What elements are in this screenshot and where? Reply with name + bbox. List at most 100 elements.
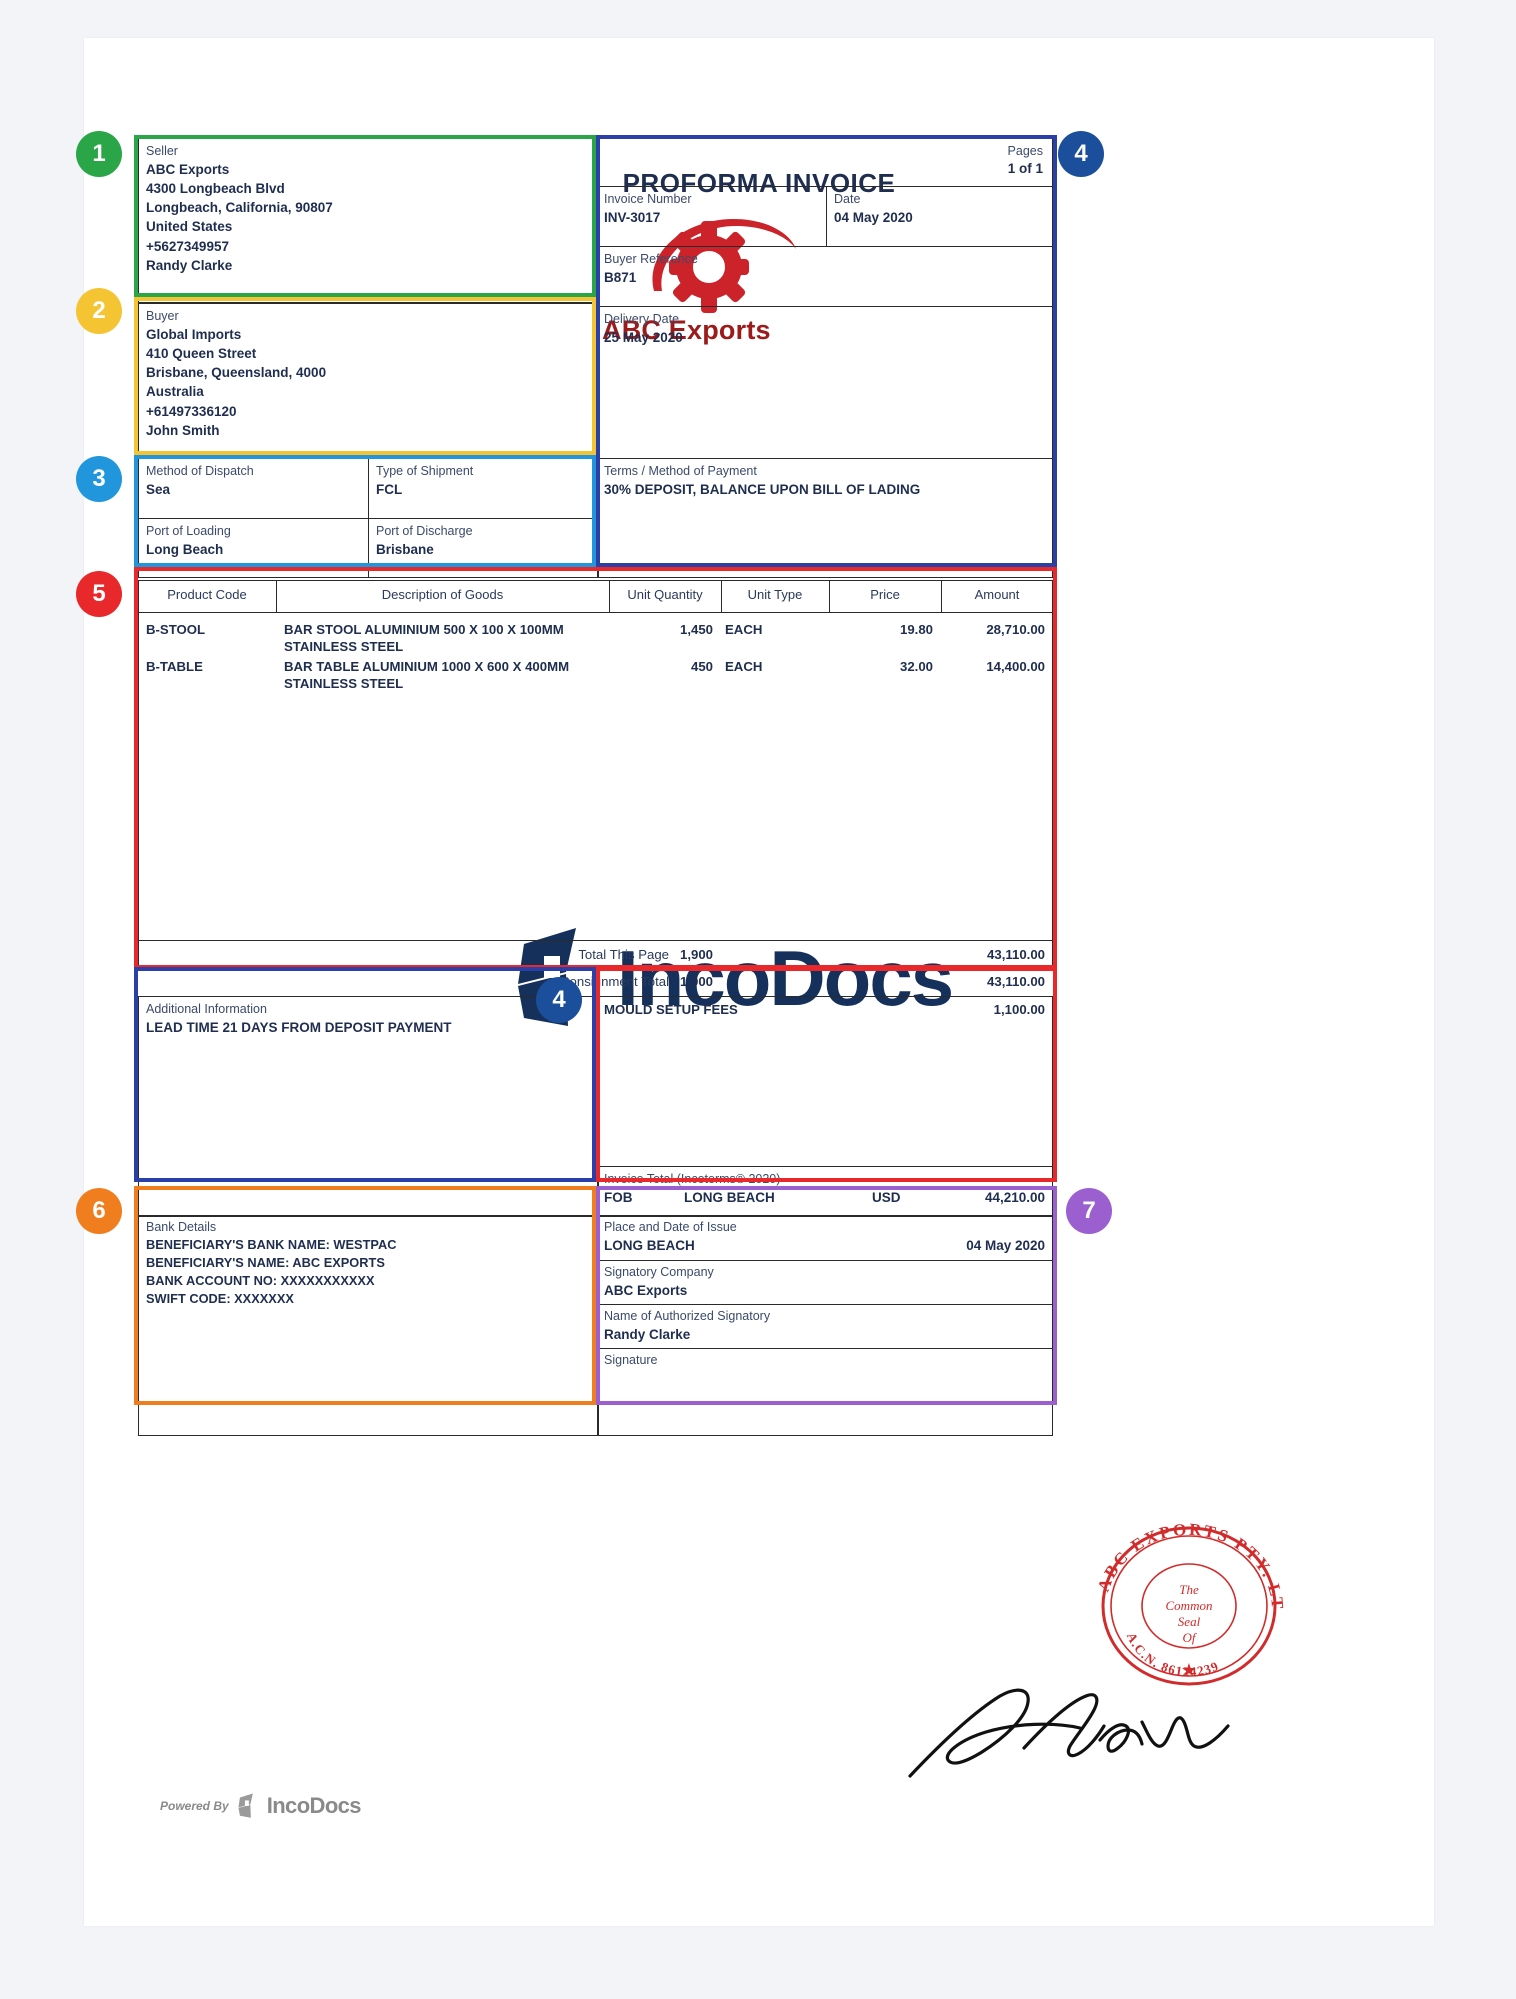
shipping-divider-v xyxy=(368,458,369,578)
footer-powered-by: Powered By xyxy=(160,1799,229,1813)
svg-text:A.C.N. 86124239: A.C.N. 86124239 xyxy=(1124,1630,1221,1679)
row1-unit-type: EACH xyxy=(725,659,763,674)
row0-unit-type: EACH xyxy=(725,622,763,637)
buyer-line-0: Global Imports xyxy=(146,327,242,342)
bank-details-label: Bank Details xyxy=(146,1220,217,1234)
buyer-line-1: 410 Queen Street xyxy=(146,346,257,362)
company-seal-stamp-icon: ABC EXPORTS PTY. LTD. A.C.N. 86124239 Th… xyxy=(1084,1518,1285,1686)
buyer-address: Global Imports 410 Queen Street Brisbane… xyxy=(146,325,326,440)
port-of-loading-value: Long Beach xyxy=(146,542,224,557)
delivery-date-label: Delivery Date xyxy=(604,312,680,326)
invoice-total-place: LONG BEACH xyxy=(684,1190,775,1205)
stamp-center-line-2: Seal xyxy=(1178,1614,1201,1629)
row0-price: 19.80 xyxy=(899,622,933,637)
type-of-shipment-value: FCL xyxy=(376,482,403,497)
buyer-reference-value: B871 xyxy=(604,270,637,285)
row1-description: BAR TABLE ALUMINIUM 1000 X 600 X 400MM S… xyxy=(284,658,604,693)
row1-unit-quantity: 450 xyxy=(690,659,713,674)
annotation-badge-2: 2 xyxy=(76,288,122,334)
annotation-badge-6-text: 6 xyxy=(92,1197,106,1224)
date-label: Date xyxy=(834,192,861,206)
annotation-badge-7: 7 xyxy=(1066,1188,1112,1234)
signatory-company-label: Signatory Company xyxy=(604,1265,714,1279)
consignment-total-amount: 43,110.00 xyxy=(987,974,1045,989)
footer-incodocs-text: IncoDocs xyxy=(266,1793,362,1818)
annotation-badge-5-text: 5 xyxy=(92,580,106,607)
mould-setup-amount: 1,100.00 xyxy=(993,1002,1045,1017)
pages-label: Pages xyxy=(1007,144,1043,158)
bank-line-1: BENEFICIARY'S NAME: ABC EXPORTS xyxy=(146,1255,385,1271)
terms-label: Terms / Method of Payment xyxy=(604,464,757,478)
meta-divider-3 xyxy=(598,306,1053,307)
date-value: 04 May 2020 xyxy=(834,210,913,225)
additional-info-value: LEAD TIME 21 DAYS FROM DEPOSIT PAYMENT xyxy=(146,1020,452,1035)
total-this-page-amount: 43,110.00 xyxy=(987,947,1045,962)
row1-description-line1: BAR TABLE ALUMINIUM 1000 X 600 X 400MM xyxy=(284,659,570,674)
items-header-unit-quantity: Unit Quantity xyxy=(627,587,703,602)
invoice-number-label: Invoice Number xyxy=(604,192,692,206)
annotation-badge-4-mid: 4 xyxy=(536,977,582,1023)
pages-value: 1 of 1 xyxy=(1007,161,1043,176)
bank-line-0: BENEFICIARY'S BANK NAME: WESTPAC xyxy=(146,1237,397,1252)
meta-divider-2 xyxy=(598,246,1053,247)
row0-description-line2: STAINLESS STEEL xyxy=(284,639,404,655)
consignment-total-quantity: 1,900 xyxy=(679,974,713,989)
mould-setup-label: MOULD SETUP FEES xyxy=(604,1002,738,1017)
invoice-total-amount: 44,210.00 xyxy=(984,1190,1045,1205)
place-of-issue-value: LONG BEACH xyxy=(604,1238,695,1253)
place-and-date-label: Place and Date of Issue xyxy=(604,1220,737,1234)
signature-label: Signature xyxy=(604,1353,658,1367)
delivery-date-value: 25 May 2020 xyxy=(604,330,683,345)
invoice-total-currency: USD xyxy=(872,1190,901,1205)
buyer-line-3: Australia xyxy=(146,384,204,400)
signatory-name-label: Name of Authorized Signatory xyxy=(604,1309,771,1323)
annotation-badge-1-text: 1 xyxy=(92,140,106,167)
row1-price: 32.00 xyxy=(899,659,933,674)
seller-line-2: Longbeach, California, 90807 xyxy=(146,200,333,216)
stamp-center-line-3: Of xyxy=(1183,1630,1198,1645)
items-header-price: Price xyxy=(870,587,900,602)
issue-divider-2 xyxy=(598,1304,1053,1305)
stamp-center-line-0: The xyxy=(1179,1582,1199,1597)
signature-image xyxy=(908,1688,1230,1778)
seller-line-4: +5627349957 xyxy=(146,238,229,254)
issue-divider-3 xyxy=(598,1348,1053,1349)
stamp-star-icon: ★ xyxy=(1181,1660,1197,1680)
row0-unit-quantity: 1,450 xyxy=(679,622,713,637)
meta-divider-v xyxy=(826,186,827,246)
seller-line-0: ABC Exports xyxy=(146,162,230,177)
annotation-badge-7-text: 7 xyxy=(1082,1197,1096,1224)
row1-amount: 14,400.00 xyxy=(986,659,1045,674)
seller-line-1: 4300 Longbeach Blvd xyxy=(146,181,285,197)
port-of-discharge-label: Port of Discharge xyxy=(376,524,473,538)
row0-description: BAR STOOL ALUMINIUM 500 X 100 X 100MM ST… xyxy=(284,621,604,656)
items-header-unit-type: Unit Type xyxy=(747,587,803,602)
buyer-line-2: Brisbane, Queensland, 4000 xyxy=(146,365,327,381)
annotation-badge-5: 5 xyxy=(76,571,122,617)
items-header-description: Description of Goods xyxy=(381,587,504,602)
port-of-loading-label: Port of Loading xyxy=(146,524,231,538)
annotation-badge-4-top-text: 4 xyxy=(1074,140,1088,167)
total-page-line-bottom xyxy=(138,967,1053,968)
items-header-underline xyxy=(138,612,1053,613)
bank-line-3: SWIFT CODE: XXXXXXX xyxy=(146,1291,294,1307)
total-this-page-quantity: 1,900 xyxy=(679,947,713,962)
issue-divider-1 xyxy=(598,1260,1053,1261)
stamp-inner-text: A.C.N. 86124239 xyxy=(1124,1630,1220,1679)
annotation-badge-4-mid-text: 4 xyxy=(552,986,566,1013)
invoice-total-divider xyxy=(598,1166,1053,1167)
meta-divider-4 xyxy=(598,458,1053,459)
items-header-amount: Amount xyxy=(974,587,1020,602)
buyer-label: Buyer xyxy=(146,309,179,323)
buyer-line-5: John Smith xyxy=(146,422,220,438)
row0-description-line1: BAR STOOL ALUMINIUM 500 X 100 X 100MM xyxy=(284,622,564,637)
footer-incodocs-mark-icon xyxy=(238,1793,253,1818)
stamp-center-line-1: Common xyxy=(1166,1598,1213,1613)
bank-details-lines: BENEFICIARY'S BANK NAME: WESTPAC BENEFIC… xyxy=(146,1236,396,1309)
row0-product-code: B-STOOL xyxy=(146,622,206,637)
row0-amount: 28,710.00 xyxy=(986,622,1045,637)
seller-line-5: Randy Clarke xyxy=(146,257,233,273)
additional-info-label: Additional Information xyxy=(146,1002,267,1016)
method-of-dispatch-value: Sea xyxy=(146,482,171,497)
invoice-number-value: INV-3017 xyxy=(604,210,661,225)
